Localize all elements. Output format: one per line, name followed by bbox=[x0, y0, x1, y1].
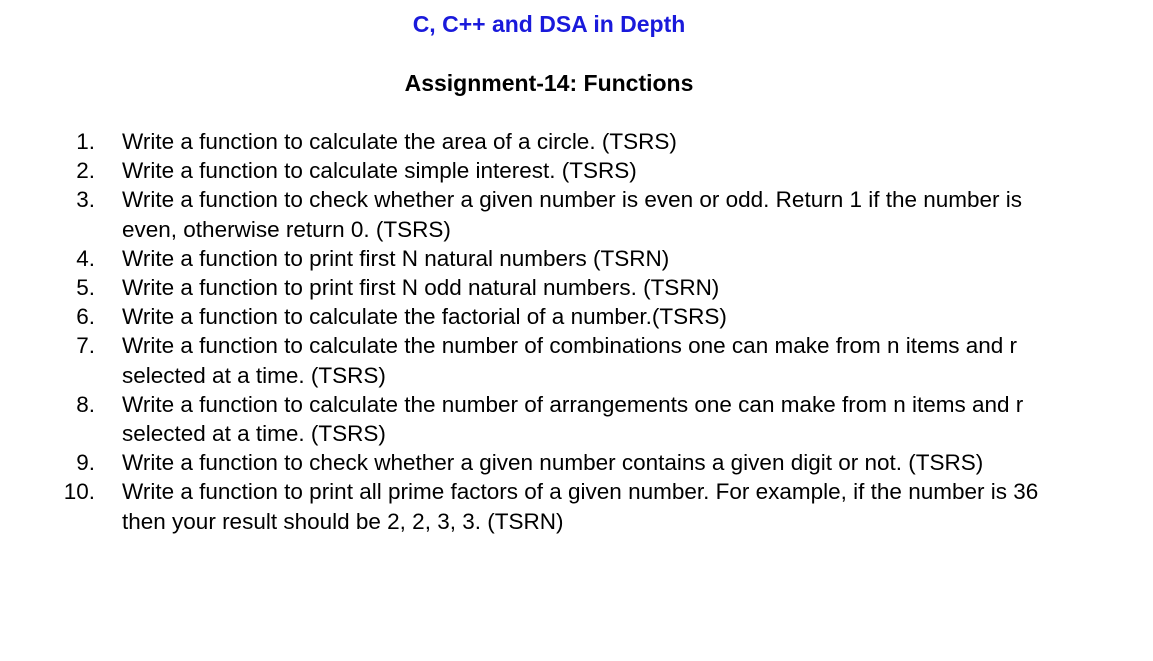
task-item-10: 10. Write a function to print all prime … bbox=[0, 477, 1050, 535]
task-text: Write a function to check whether a give… bbox=[122, 450, 984, 476]
task-text: Write a function to print first N odd na… bbox=[122, 275, 720, 301]
task-item-3: 3. Write a function to check whether a g… bbox=[0, 185, 1050, 243]
task-number: 8. bbox=[76, 391, 95, 417]
task-number: 9. bbox=[76, 450, 95, 476]
task-text: Write a function to calculate the number… bbox=[122, 333, 1018, 388]
task-text: Write a function to print all prime fact… bbox=[122, 479, 1039, 534]
task-number: 3. bbox=[76, 187, 95, 213]
assignment-title: Assignment-14: Functions bbox=[404, 70, 694, 96]
task-item-2: 2. Write a function to calculate simple … bbox=[0, 156, 1050, 185]
task-text: Write a function to calculate the factor… bbox=[122, 304, 727, 330]
task-text: Write a function to calculate the area o… bbox=[122, 129, 677, 154]
task-number: 6. bbox=[76, 304, 95, 330]
task-text: Write a function to print first N natura… bbox=[122, 245, 670, 271]
task-number: 2. bbox=[76, 158, 95, 184]
task-number: 1. bbox=[76, 129, 95, 154]
task-number: 5. bbox=[76, 275, 95, 301]
task-item-4: 4. Write a function to print first N nat… bbox=[0, 244, 1050, 273]
task-item-7: 7. Write a function to calculate the num… bbox=[0, 331, 1050, 389]
task-number: 10. bbox=[63, 479, 95, 505]
task-number: 4. bbox=[76, 245, 95, 271]
task-text: Write a function to check whether a give… bbox=[122, 187, 1023, 242]
task-text: Write a function to calculate simple int… bbox=[122, 158, 637, 184]
task-item-8: 8. Write a function to calculate the num… bbox=[0, 390, 1050, 448]
task-text: Write a function to calculate the number… bbox=[122, 391, 1024, 447]
task-item-5: 5. Write a function to print first N odd… bbox=[0, 273, 1050, 302]
task-item-6: 6. Write a function to calculate the fac… bbox=[0, 302, 1050, 331]
task-item-1: 1. Write a function to calculate the are… bbox=[0, 127, 1050, 156]
task-number: 7. bbox=[76, 333, 95, 359]
task-list: 1. Write a function to calculate the are… bbox=[0, 127, 1050, 536]
course-title: C, C++ and DSA in Depth bbox=[412, 11, 686, 37]
task-item-9: 9. Write a function to check whether a g… bbox=[0, 448, 1050, 477]
